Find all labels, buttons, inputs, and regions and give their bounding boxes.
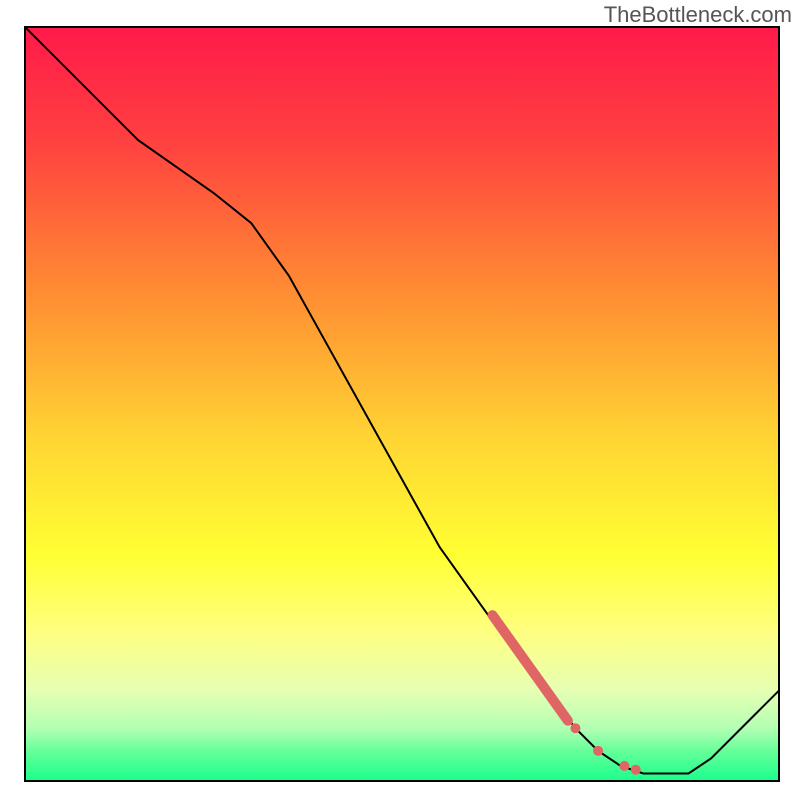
bottleneck-chart: TheBottleneck.com: [0, 0, 800, 800]
marker-point: [631, 765, 641, 775]
marker-point: [593, 746, 603, 756]
chart-svg: [0, 0, 800, 800]
marker-point: [570, 723, 580, 733]
watermark-text: TheBottleneck.com: [604, 2, 792, 28]
marker-point: [619, 761, 629, 771]
